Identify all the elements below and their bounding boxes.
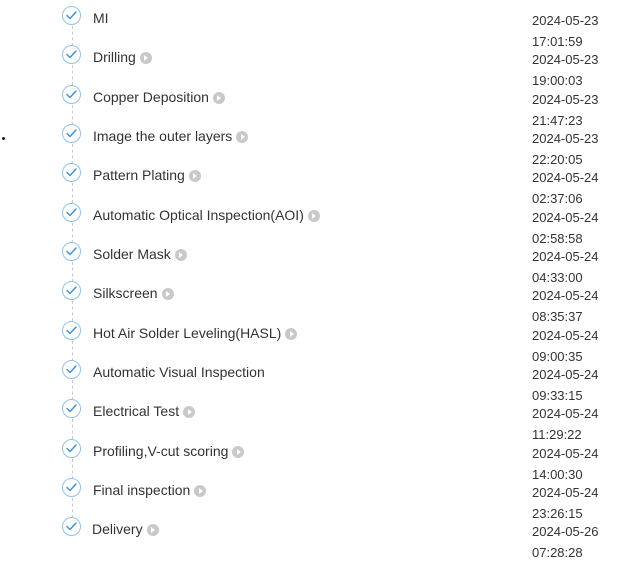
check-circle-icon	[62, 281, 81, 301]
step-date: 2024-05-23	[532, 13, 599, 28]
check-circle-icon	[62, 202, 81, 222]
step-date: 2024-05-24	[532, 288, 599, 304]
step-name-label: Copper Deposition	[93, 88, 209, 105]
timeline-step: Silkscreen 2024-05-24 08:35:37	[0, 281, 620, 324]
timeline-connector	[72, 301, 73, 322]
timeline-step: Copper Deposition 2024-05-23 21:47:23	[0, 84, 620, 128]
production-timeline: MI 2024-05-23 17:01:59 Drilling 2024-05-23 19…	[0, 6, 620, 560]
step-name-label: Electrical Test	[93, 403, 180, 420]
step-name: Drilling	[93, 49, 152, 65]
play-icon[interactable]	[174, 249, 187, 262]
timeline-connector	[72, 380, 73, 401]
timeline-step: Drilling 2024-05-23 19:00:03	[0, 45, 620, 88]
step-name-label: Image the outer layers	[93, 128, 233, 145]
step-name-label: Pattern Plating	[93, 167, 185, 184]
step-timestamp: 2024-05-26 07:28:28	[532, 521, 614, 563]
check-circle-icon	[62, 84, 81, 104]
timeline-step: Hot Air Solder Leveling(HASL) 2024-05-24 0…	[0, 320, 620, 364]
timeline-step: Automatic Optical Inspection(AOI) 2024-05…	[0, 202, 620, 246]
timeline-step: Electrical Test 2024-05-24 11:29:22	[0, 399, 620, 442]
check-circle-icon	[62, 6, 81, 25]
play-icon[interactable]	[232, 445, 245, 458]
step-name-label: Automatic Visual Inspection	[93, 364, 265, 381]
timeline-connector	[72, 419, 73, 440]
step-name: Solder Mask	[93, 246, 187, 262]
timeline-connector	[72, 340, 73, 361]
timeline-step: Automatic Visual Inspection 2024-05-24 09:…	[0, 360, 620, 403]
timeline-step: Profiling,V-cut scoring 2024-05-24 14:00:3…	[0, 438, 620, 482]
step-name-label: Profiling,V-cut scoring	[93, 442, 229, 459]
step-name: Image the outer layers	[93, 128, 249, 145]
check-circle-icon	[62, 438, 81, 458]
check-circle-icon	[62, 320, 81, 340]
step-date: 2024-05-24	[532, 327, 599, 343]
step-date: 2024-05-23	[532, 91, 599, 107]
step-name: Final inspection	[93, 482, 207, 499]
check-circle-icon	[62, 517, 81, 537]
timeline-connector	[72, 183, 73, 204]
timeline-connector	[72, 65, 73, 86]
step-date: 2024-05-24	[532, 249, 599, 265]
step-name: Automatic Optical Inspection(AOI)	[93, 207, 320, 223]
play-icon[interactable]	[183, 406, 196, 419]
step-name: Automatic Visual Inspection	[93, 364, 265, 380]
step-date: 2024-05-23	[532, 52, 599, 68]
step-name-label: MI	[93, 10, 109, 26]
timeline-connector	[72, 498, 73, 519]
check-circle-icon	[62, 124, 81, 144]
timeline-connector	[72, 458, 73, 479]
step-name: Copper Deposition	[93, 89, 225, 105]
step-date: 2024-05-24	[532, 170, 599, 186]
step-name: Pattern Plating	[93, 167, 201, 183]
step-name-label: Final inspection	[93, 482, 191, 499]
step-date: 2024-05-24	[532, 485, 599, 501]
timeline-connector	[72, 144, 73, 165]
timeline-connector	[72, 104, 73, 125]
timeline-step: Solder Mask 2024-05-24 04:33:00	[0, 242, 620, 285]
play-icon[interactable]	[139, 52, 152, 65]
check-circle-icon	[62, 399, 81, 419]
step-date: 2024-05-24	[532, 445, 599, 461]
step-name-label: Hot Air Solder Leveling(HASL)	[93, 324, 282, 341]
step-name: Silkscreen	[93, 285, 174, 301]
timeline-step: Final inspection 2024-05-24 23:26:15	[0, 478, 620, 521]
play-icon[interactable]	[285, 327, 298, 340]
play-icon[interactable]	[212, 91, 225, 104]
play-icon[interactable]	[161, 288, 174, 301]
timeline-step: Image the outer layers 2024-05-23 22:20:05	[0, 124, 620, 167]
play-icon[interactable]	[188, 170, 201, 183]
step-name-label: Drilling	[93, 49, 136, 66]
step-date: 2024-05-24	[532, 406, 599, 422]
step-name: Electrical Test	[93, 403, 196, 420]
check-circle-icon	[62, 242, 81, 262]
timeline-connector	[72, 262, 73, 283]
step-name: Profiling,V-cut scoring	[93, 442, 245, 459]
timeline-step: Pattern Plating 2024-05-24 02:37:06	[0, 163, 620, 206]
step-name-label: Automatic Optical Inspection(AOI)	[93, 206, 304, 223]
check-circle-icon	[62, 360, 81, 380]
step-name-label: Solder Mask	[93, 246, 171, 263]
step-date: 2024-05-24	[532, 209, 599, 225]
check-circle-icon	[62, 45, 81, 65]
step-name: MI	[93, 10, 109, 26]
step-date: 2024-05-24	[532, 367, 599, 383]
order-progress-page: MI 2024-05-23 17:01:59 Drilling 2024-05-23 19…	[0, 0, 620, 566]
timeline-connector	[72, 222, 73, 243]
timeline-step: Delivery 2024-05-26 07:28:28	[0, 517, 620, 560]
play-icon[interactable]	[236, 131, 249, 144]
step-time: 07:28:28	[532, 545, 583, 561]
step-name-label: Delivery	[92, 521, 143, 538]
timeline-step: MI 2024-05-23 17:01:59	[0, 6, 620, 49]
step-name: Hot Air Solder Leveling(HASL)	[93, 324, 298, 341]
timeline-connector	[72, 26, 73, 46]
check-circle-icon	[62, 163, 81, 183]
check-circle-icon	[62, 478, 81, 498]
step-date: 2024-05-26	[532, 524, 599, 540]
step-name: Delivery	[92, 521, 159, 537]
step-name-label: Silkscreen	[93, 285, 158, 302]
play-icon[interactable]	[194, 485, 207, 498]
play-icon[interactable]	[307, 209, 320, 222]
play-icon[interactable]	[146, 524, 159, 537]
step-date: 2024-05-23	[532, 131, 599, 147]
